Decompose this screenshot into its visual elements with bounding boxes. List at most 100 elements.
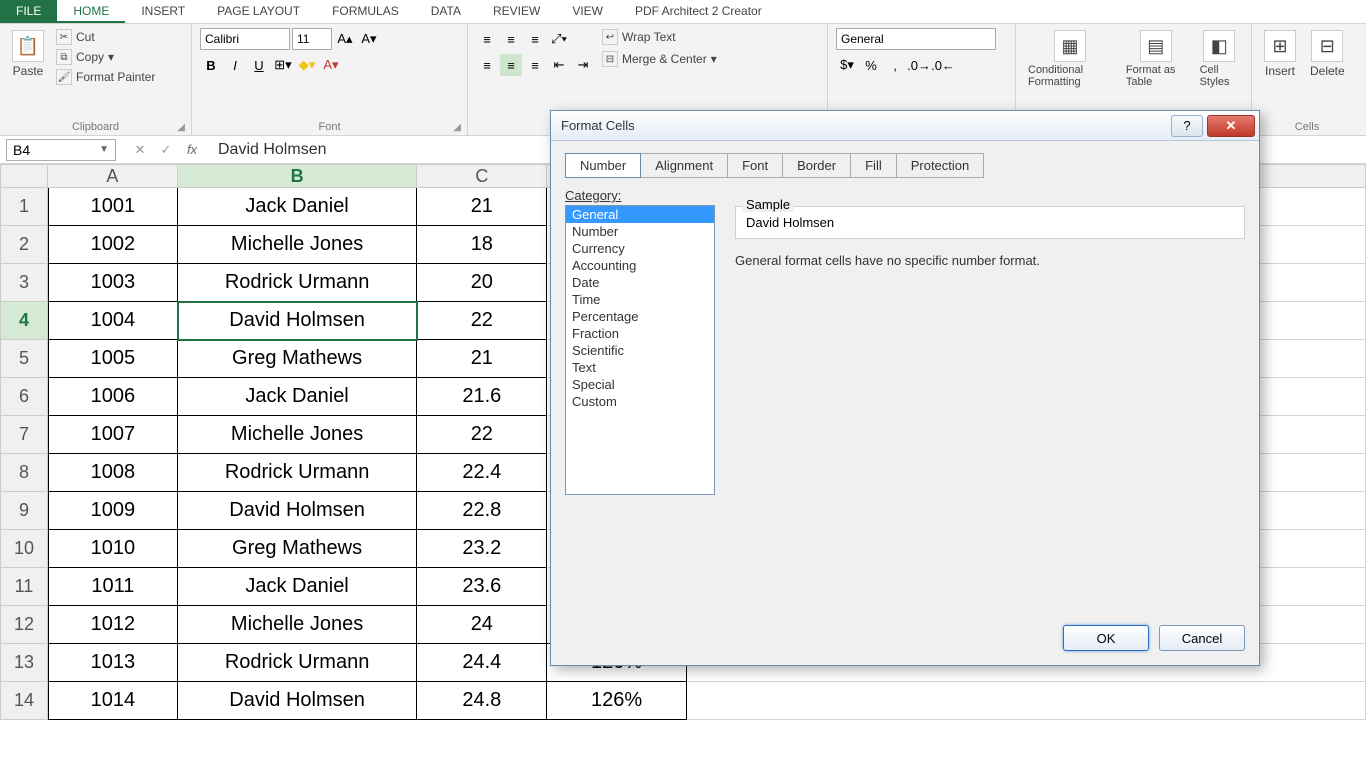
name-box[interactable]: B4▼ (6, 139, 116, 161)
italic-button[interactable]: I (224, 54, 246, 76)
column-header-B[interactable]: B (178, 164, 418, 188)
font-name-select[interactable] (200, 28, 290, 50)
row-header-2[interactable]: 2 (0, 226, 48, 264)
cancel-edit-icon[interactable]: ✕ (130, 142, 150, 158)
fill-color-button[interactable]: ◆▾ (296, 54, 318, 76)
cell-A12[interactable]: 1012 (48, 606, 178, 644)
dialog-tab-alignment[interactable]: Alignment (640, 153, 728, 178)
cell-I14[interactable] (687, 682, 1366, 720)
select-all-corner[interactable] (0, 164, 48, 188)
cell-C12[interactable]: 24 (417, 606, 547, 644)
increase-decimal-icon[interactable]: .0→ (908, 54, 930, 76)
row-header-3[interactable]: 3 (0, 264, 48, 302)
cell-B5[interactable]: Greg Mathews (178, 340, 418, 378)
row-header-9[interactable]: 9 (0, 492, 48, 530)
cell-B9[interactable]: David Holmsen (178, 492, 418, 530)
copy-button[interactable]: ⧉Copy ▾ (54, 48, 157, 66)
cell-A7[interactable]: 1007 (48, 416, 178, 454)
row-header-10[interactable]: 10 (0, 530, 48, 568)
align-middle-icon[interactable]: ≡ (500, 28, 522, 50)
font-color-button[interactable]: A▾ (320, 54, 342, 76)
increase-indent-icon[interactable]: ⇥ (572, 54, 594, 76)
category-item-number[interactable]: Number (566, 223, 714, 240)
row-header-7[interactable]: 7 (0, 416, 48, 454)
dialog-tab-number[interactable]: Number (565, 153, 641, 178)
bold-button[interactable]: B (200, 54, 222, 76)
insert-button[interactable]: ⊞Insert (1260, 28, 1300, 80)
align-left-icon[interactable]: ≡ (476, 54, 498, 76)
tab-pdf-architect-2-creator[interactable]: PDF Architect 2 Creator (619, 0, 778, 23)
row-header-11[interactable]: 11 (0, 568, 48, 606)
category-item-fraction[interactable]: Fraction (566, 325, 714, 342)
wrap-text-button[interactable]: ↩Wrap Text (600, 28, 719, 46)
cell-A3[interactable]: 1003 (48, 264, 178, 302)
increase-font-icon[interactable]: A▴ (334, 28, 356, 50)
category-item-currency[interactable]: Currency (566, 240, 714, 257)
confirm-edit-icon[interactable]: ✓ (156, 142, 176, 158)
number-format-select[interactable] (836, 28, 996, 50)
row-header-13[interactable]: 13 (0, 644, 48, 682)
cell-C11[interactable]: 23.6 (417, 568, 547, 606)
format-as-table-button[interactable]: ▤Format as Table (1122, 28, 1190, 90)
cell-A13[interactable]: 1013 (48, 644, 178, 682)
cell-B2[interactable]: Michelle Jones (178, 226, 418, 264)
category-item-text[interactable]: Text (566, 359, 714, 376)
decrease-indent-icon[interactable]: ⇤ (548, 54, 570, 76)
paste-button[interactable]: 📋 Paste (8, 28, 48, 80)
tab-home[interactable]: HOME (57, 0, 125, 23)
underline-button[interactable]: U (248, 54, 270, 76)
cell-C7[interactable]: 22 (417, 416, 547, 454)
fx-icon[interactable]: fx (182, 142, 202, 158)
cell-B14[interactable]: David Holmsen (178, 682, 418, 720)
merge-center-button[interactable]: ⊟Merge & Center ▾ (600, 50, 719, 68)
tab-file[interactable]: FILE (0, 0, 57, 23)
category-item-percentage[interactable]: Percentage (566, 308, 714, 325)
dialog-tab-fill[interactable]: Fill (850, 153, 897, 178)
tab-view[interactable]: VIEW (556, 0, 619, 23)
dialog-titlebar[interactable]: Format Cells ? ✕ (551, 111, 1259, 141)
clipboard-launcher-icon[interactable]: ◢ (177, 122, 185, 133)
cell-C6[interactable]: 21.6 (417, 378, 547, 416)
decrease-decimal-icon[interactable]: .0← (932, 54, 954, 76)
cell-A14[interactable]: 1014 (48, 682, 178, 720)
cell-C8[interactable]: 22.4 (417, 454, 547, 492)
decrease-font-icon[interactable]: A▾ (358, 28, 380, 50)
cell-A5[interactable]: 1005 (48, 340, 178, 378)
cell-B8[interactable]: Rodrick Urmann (178, 454, 418, 492)
dialog-close-icon[interactable]: ✕ (1207, 115, 1255, 137)
category-item-general[interactable]: General (566, 206, 714, 223)
cut-button[interactable]: ✂Cut (54, 28, 157, 46)
category-item-custom[interactable]: Custom (566, 393, 714, 410)
cell-B11[interactable]: Jack Daniel (178, 568, 418, 606)
cell-B4[interactable]: David Holmsen (178, 302, 418, 340)
dialog-tab-protection[interactable]: Protection (896, 153, 985, 178)
cell-A2[interactable]: 1002 (48, 226, 178, 264)
cell-D14[interactable]: 126% (547, 682, 687, 720)
cell-B3[interactable]: Rodrick Urmann (178, 264, 418, 302)
conditional-formatting-button[interactable]: ▦Conditional Formatting (1024, 28, 1116, 90)
category-item-accounting[interactable]: Accounting (566, 257, 714, 274)
cell-C13[interactable]: 24.4 (417, 644, 547, 682)
cell-A8[interactable]: 1008 (48, 454, 178, 492)
cell-A11[interactable]: 1011 (48, 568, 178, 606)
align-right-icon[interactable]: ≡ (524, 54, 546, 76)
borders-button[interactable]: ⊞▾ (272, 54, 294, 76)
row-header-8[interactable]: 8 (0, 454, 48, 492)
cell-A1[interactable]: 1001 (48, 188, 178, 226)
row-header-4[interactable]: 4 (0, 302, 48, 340)
cell-A6[interactable]: 1006 (48, 378, 178, 416)
row-header-6[interactable]: 6 (0, 378, 48, 416)
format-painter-button[interactable]: 🖌Format Painter (54, 68, 157, 86)
delete-button[interactable]: ⊟Delete (1306, 28, 1349, 80)
tab-formulas[interactable]: FORMULAS (316, 0, 415, 23)
percent-format-icon[interactable]: % (860, 54, 882, 76)
cell-C3[interactable]: 20 (417, 264, 547, 302)
font-size-select[interactable] (292, 28, 332, 50)
font-launcher-icon[interactable]: ◢ (453, 122, 461, 133)
cell-B7[interactable]: Michelle Jones (178, 416, 418, 454)
name-box-dropdown-icon[interactable]: ▼ (99, 144, 109, 155)
cell-B13[interactable]: Rodrick Urmann (178, 644, 418, 682)
cell-B1[interactable]: Jack Daniel (178, 188, 418, 226)
cell-B12[interactable]: Michelle Jones (178, 606, 418, 644)
category-listbox[interactable]: GeneralNumberCurrencyAccountingDateTimeP… (565, 205, 715, 495)
